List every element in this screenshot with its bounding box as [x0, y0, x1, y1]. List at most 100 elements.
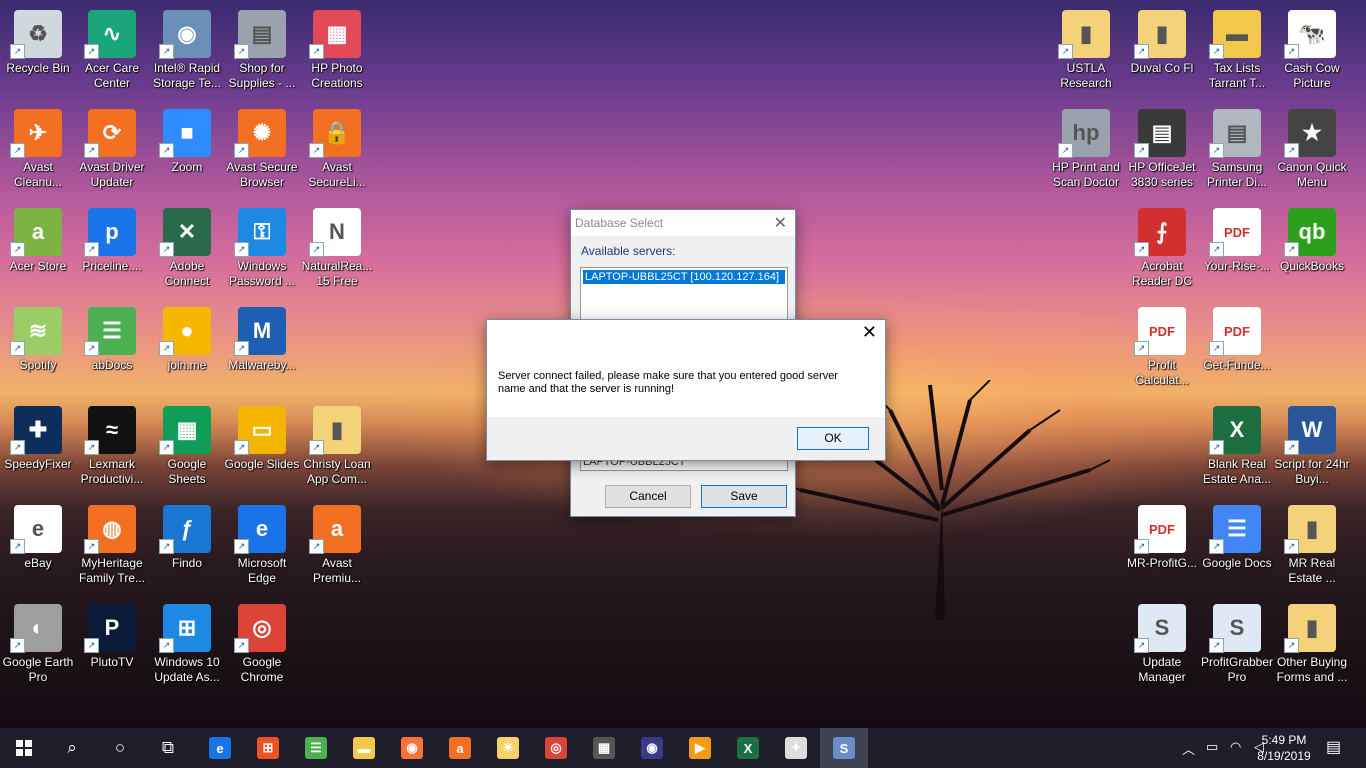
desktop-icon[interactable]: ⊞ ↗ Windows 10 Update As...	[149, 598, 225, 694]
desktop-icon[interactable]: PDF ↗ Profit Calculat...	[1124, 301, 1200, 397]
battery-icon[interactable]: ▭	[1206, 739, 1218, 755]
shortcut-arrow-icon: ↗	[234, 440, 249, 455]
desktop-icon[interactable]: ✚ ↗ SpeedyFixer	[0, 400, 76, 496]
desktop-icon[interactable]: ✈ ↗ Avast Cleanu...	[0, 103, 76, 199]
desktop-icon[interactable]: ƒ ↗ Findo	[149, 499, 225, 595]
desktop-icon[interactable]: M ↗ Malwareby...	[224, 301, 300, 397]
cancel-button[interactable]: Cancel	[605, 485, 691, 508]
start-button[interactable]	[0, 728, 48, 768]
desktop-icon-label: Tax Lists Tarrant T...	[1208, 61, 1266, 90]
desktop-icon[interactable]: a ↗ Avast Premiu...	[299, 499, 375, 595]
error-dialog-close-icon[interactable]: ✕	[862, 322, 877, 343]
desktop-icon[interactable]: a ↗ Acer Store	[0, 202, 76, 298]
save-button[interactable]: Save	[701, 485, 787, 508]
clock-date[interactable]: 8/19/2019	[1254, 749, 1314, 763]
desktop-icon[interactable]: ▤ ↗ Shop for Supplies - ...	[224, 4, 300, 100]
task-view-icon[interactable]: ⧉	[144, 728, 192, 768]
desktop-icon[interactable]: e ↗ Microsoft Edge	[224, 499, 300, 595]
db-dialog-close-icon[interactable]: ✕	[774, 213, 787, 233]
shortcut-arrow-icon: ↗	[1209, 341, 1224, 356]
desktop-icon[interactable]: ▮ ↗ Duval Co Fl	[1124, 4, 1200, 100]
media-player-icon: ▶	[689, 737, 711, 759]
desktop-icon[interactable]: PDF ↗ Your-Rise-...	[1199, 202, 1275, 298]
desktop-icon-label: Priceline....	[82, 259, 142, 273]
shortcut-arrow-icon: ↗	[159, 242, 174, 257]
clock-time[interactable]: 5:49 PM	[1254, 733, 1314, 747]
desktop-icon[interactable]: ☰ ↗ Google Docs	[1199, 499, 1275, 595]
desktop-icon[interactable]: ▦ ↗ Google Sheets	[149, 400, 225, 496]
desktop-icon[interactable]: PDF ↗ Get-Funde...	[1199, 301, 1275, 397]
desktop-icon[interactable]: 🔒 ↗ Avast SecureLi...	[299, 103, 375, 199]
desktop-icon[interactable]: ⚿ ↗ Windows Password ...	[224, 202, 300, 298]
desktop-icon[interactable]: ◐ ↗ Google Earth Pro	[0, 598, 76, 694]
db-dialog-titlebar[interactable]: Database Select ✕	[571, 210, 795, 236]
lightbulb-taskbar-icon[interactable]: ✦	[772, 728, 820, 768]
tray-chevron-up-icon[interactable]: ︿	[1182, 739, 1195, 758]
chrome-taskbar-icon[interactable]: ◎	[532, 728, 580, 768]
desktop-icon[interactable]: ∿ ↗ Acer Care Center	[74, 4, 150, 100]
desktop-icon[interactable]: p ↗ Priceline....	[74, 202, 150, 298]
file-explorer-taskbar-icon[interactable]: ▬	[340, 728, 388, 768]
shortcut-arrow-icon: ↗	[309, 242, 324, 257]
desktop-icon[interactable]: ◍ ↗ MyHeritage Family Tre...	[74, 499, 150, 595]
desktop-icon[interactable]: ■ ↗ Zoom	[149, 103, 225, 199]
desktop-icon[interactable]: ◉ ↗ Intel® Rapid Storage Te...	[149, 4, 225, 100]
media-player-taskbar-icon[interactable]: ▶	[676, 728, 724, 768]
excel-taskbar-icon[interactable]: X	[724, 728, 772, 768]
calculator-taskbar-icon[interactable]: ▦	[580, 728, 628, 768]
desktop-icon[interactable]: ▤ ↗ HP OfficeJet 3830 series	[1124, 103, 1200, 199]
desktop-icon[interactable]: ★ ↗ Canon Quick Menu	[1274, 103, 1350, 199]
desktop-icon[interactable]: X ↗ Blank Real Estate Ana...	[1199, 400, 1275, 496]
shortcut-arrow-icon: ↗	[159, 143, 174, 158]
file-explorer-icon: ▬	[353, 737, 375, 759]
notifications-icon[interactable]: ▤	[1326, 737, 1341, 757]
desktop-icon[interactable]: W ↗ Script for 24hr Buyi...	[1274, 400, 1350, 496]
desktop-icon[interactable]: ✺ ↗ Avast Secure Browser	[224, 103, 300, 199]
desktop-icon[interactable]: ▮ ↗ USTLA Research	[1048, 4, 1124, 100]
profitgrabber-icon: S	[833, 737, 855, 759]
desktop-icon[interactable]: ● ↗ join.me	[149, 301, 225, 397]
profitgrabber-taskbar-icon[interactable]: S	[820, 728, 868, 768]
desktop-icon[interactable]: ▭ ↗ Google Slides	[224, 400, 300, 496]
search-icon[interactable]: ⌕	[48, 728, 96, 768]
abdocs-taskbar-icon[interactable]: ☰	[292, 728, 340, 768]
desktop-icon[interactable]: ▮ ↗ MR Real Estate ...	[1274, 499, 1350, 595]
desktop-icon[interactable]: ✕ ↗ Adobe Connect	[149, 202, 225, 298]
desktop-icon[interactable]: ☰ ↗ abDocs	[74, 301, 150, 397]
firefox-taskbar-icon[interactable]: ◉	[388, 728, 436, 768]
desktop-icon[interactable]: N ↗ NaturalRea... 15 Free	[299, 202, 375, 298]
cortana-icon[interactable]: ○	[96, 728, 144, 768]
shortcut-arrow-icon: ↗	[1284, 44, 1299, 59]
desktop-icon[interactable]: ▮ ↗ Other Buying Forms and ...	[1274, 598, 1350, 694]
desktop-icon[interactable]: ▤ ↗ Samsung Printer Di...	[1199, 103, 1275, 199]
edge-taskbar-icon[interactable]: e	[196, 728, 244, 768]
store-taskbar-icon[interactable]: ⊞	[244, 728, 292, 768]
desktop-icon[interactable]: ▬ ↗ Tax Lists Tarrant T...	[1199, 4, 1275, 100]
shortcut-arrow-icon: ↗	[1134, 143, 1149, 158]
desktop-icon[interactable]: S ↗ Update Manager	[1124, 598, 1200, 694]
desktop-icon[interactable]: ◎ ↗ Google Chrome	[224, 598, 300, 694]
desktop-icon-label: ProfitGrabber Pro	[1200, 655, 1274, 684]
desktop-icon[interactable]: 🐄 ↗ Cash Cow Picture	[1274, 4, 1350, 100]
wifi-icon[interactable]: ◠	[1230, 739, 1241, 755]
desktop-icon[interactable]: e ↗ eBay	[0, 499, 76, 595]
server-list-item[interactable]: LAPTOP-UBBL25CT [100.120.127.164]	[583, 270, 785, 284]
desktop-icon[interactable]: ▮ ↗ Christy Loan App Com...	[299, 400, 375, 496]
avast-taskbar-icon[interactable]: a	[436, 728, 484, 768]
desktop-icon[interactable]: ▦ ↗ HP Photo Creations	[299, 4, 375, 100]
excel-icon: X	[737, 737, 759, 759]
desktop-icon[interactable]: ⨍ ↗ Acrobat Reader DC	[1124, 202, 1200, 298]
sun-app-taskbar-icon[interactable]: ☀	[484, 728, 532, 768]
desktop-icon[interactable]: ⟳ ↗ Avast Driver Updater	[74, 103, 150, 199]
desktop-icon[interactable]: qb ↗ QuickBooks	[1274, 202, 1350, 298]
desktop-icon[interactable]: ♻ ↗ Recycle Bin	[0, 4, 76, 100]
desktop-icon[interactable]: ≋ ↗ Spotify	[0, 301, 76, 397]
desktop-icon[interactable]: PDF ↗ MR-ProfitG...	[1124, 499, 1200, 595]
desktop-icon[interactable]: P ↗ PlutoTV	[74, 598, 150, 694]
shortcut-arrow-icon: ↗	[309, 143, 324, 158]
desktop-icon[interactable]: ≈ ↗ Lexmark Productivi...	[74, 400, 150, 496]
desktop-icon[interactable]: hp ↗ HP Print and Scan Doctor	[1048, 103, 1124, 199]
ok-button[interactable]: OK	[797, 427, 869, 450]
desktop-icon[interactable]: S ↗ ProfitGrabber Pro	[1199, 598, 1275, 694]
eye-app-taskbar-icon[interactable]: ◉	[628, 728, 676, 768]
